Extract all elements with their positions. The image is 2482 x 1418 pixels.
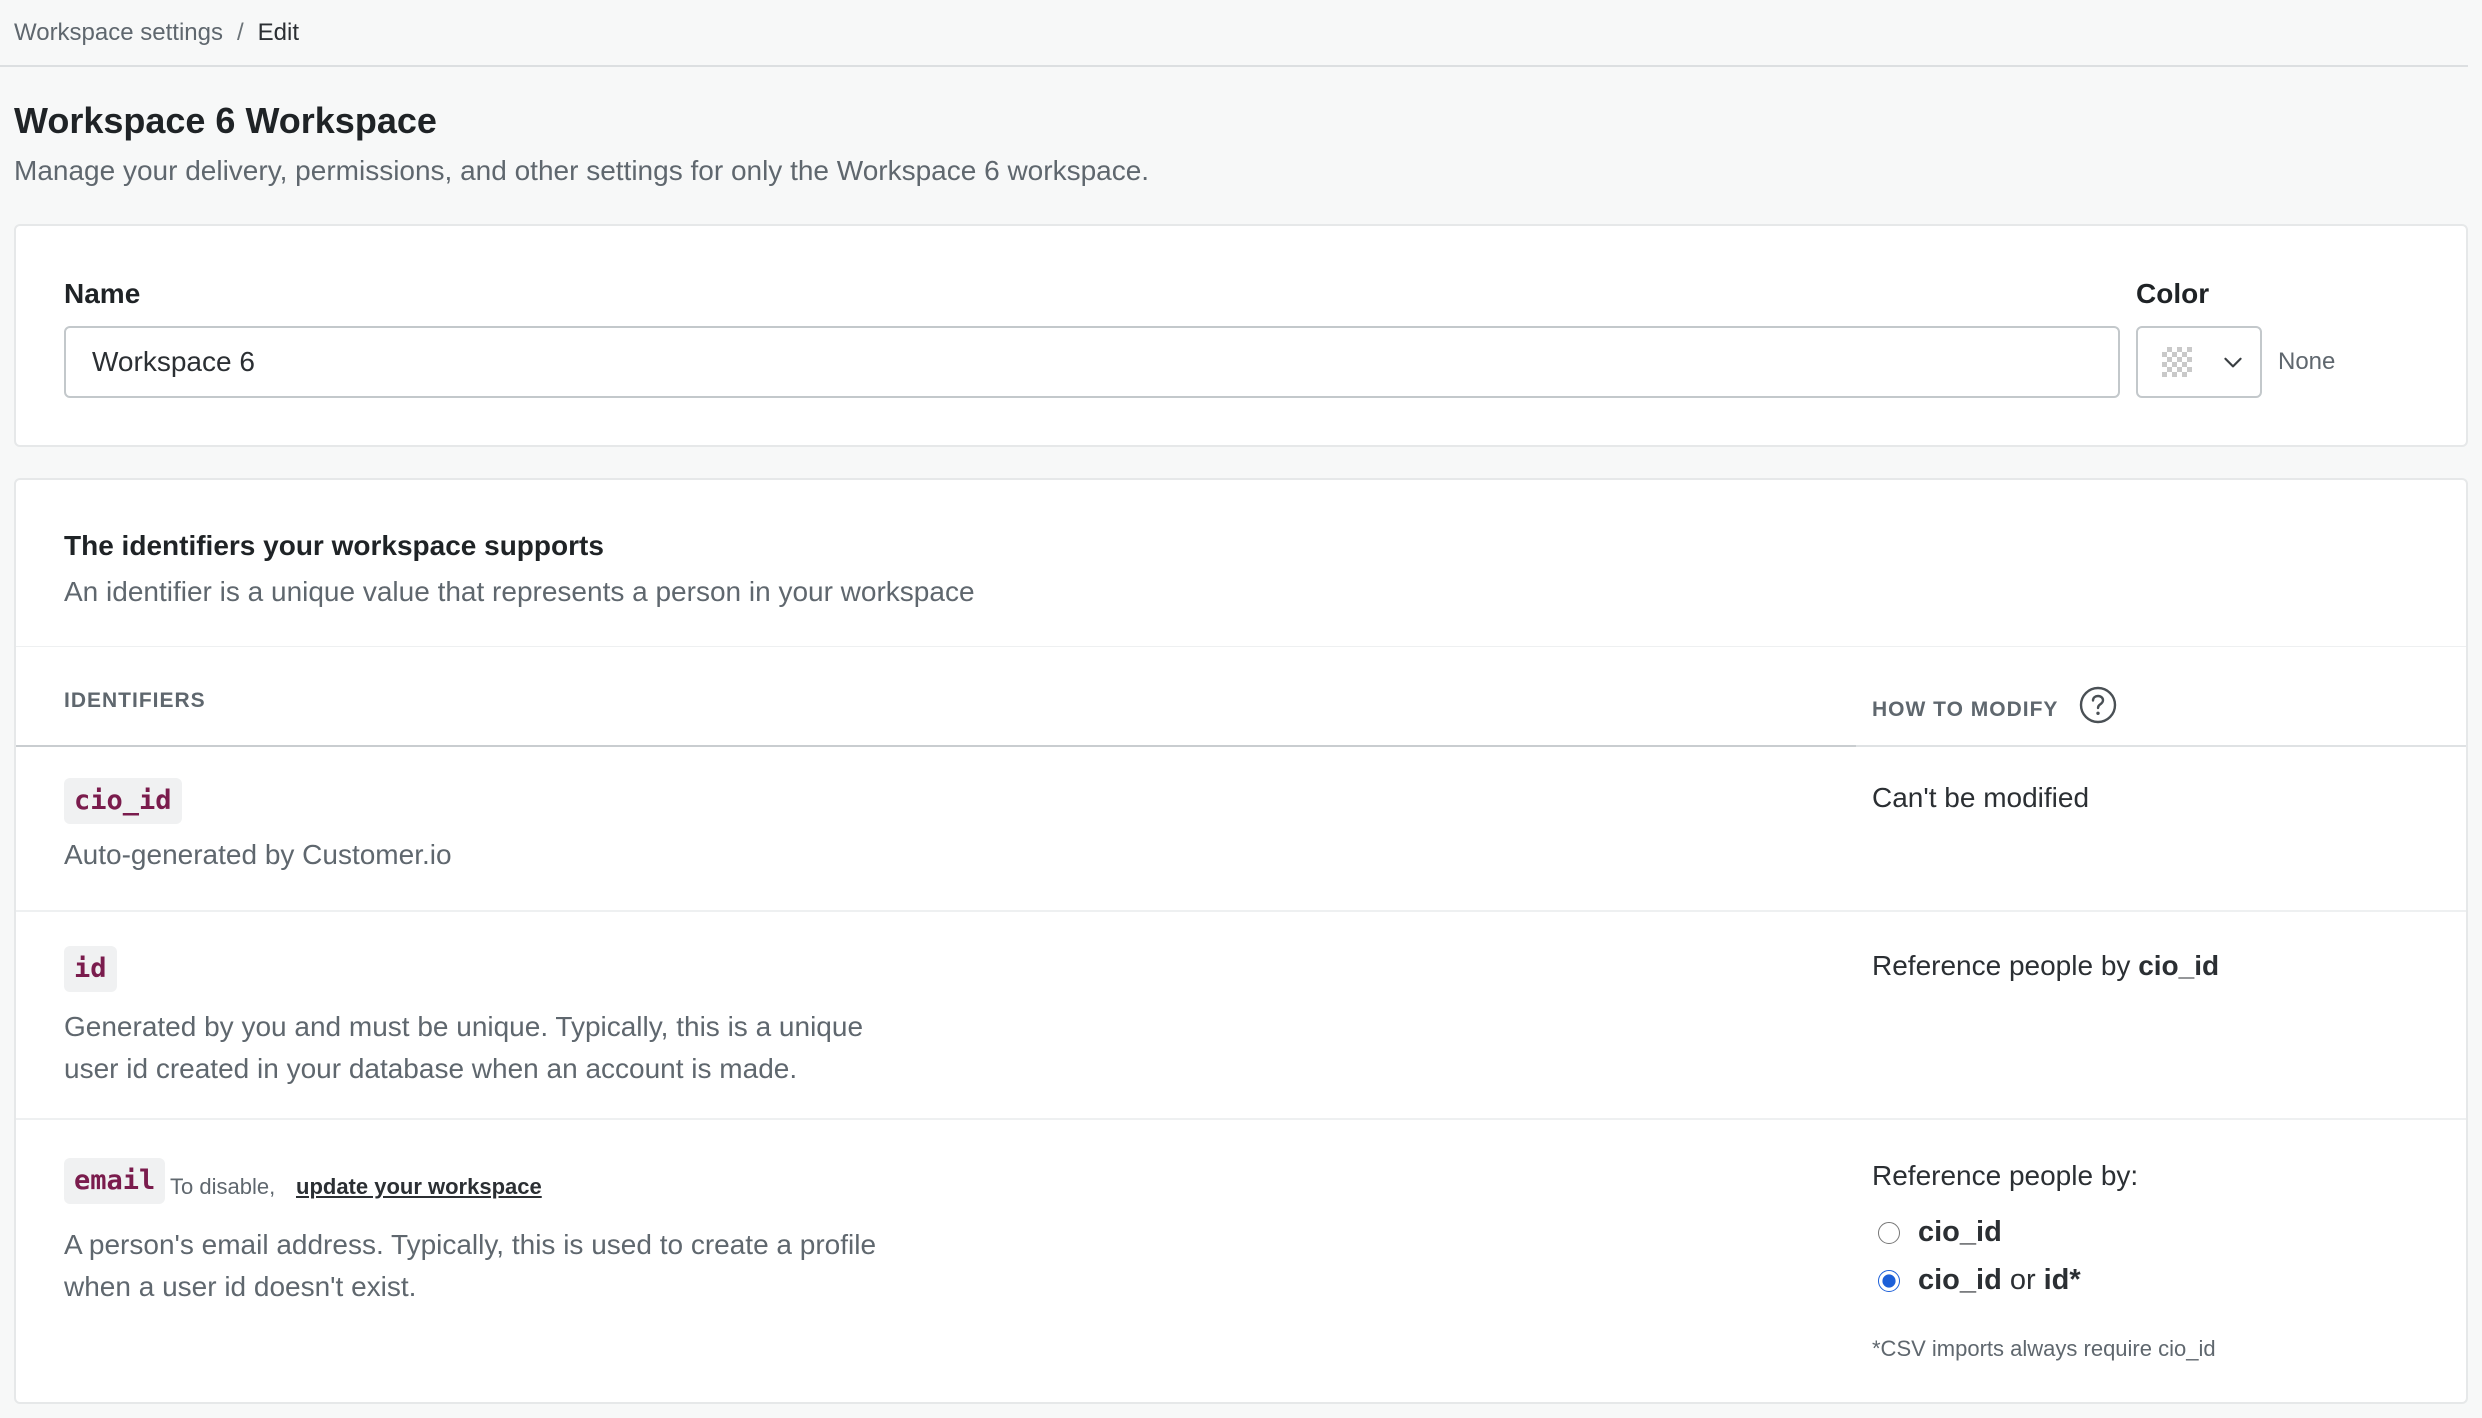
identifier-description: Generated by you and must be unique. Typ… bbox=[64, 1006, 964, 1090]
name-label: Name bbox=[64, 278, 141, 309]
radio-label-b: id* bbox=[2043, 1264, 2081, 1296]
column-header-identifiers: IDENTIFIERS bbox=[64, 689, 206, 712]
radio-option-cio-id[interactable]: cio_id bbox=[1872, 1216, 2002, 1249]
table-row-email: email To disable, update your workspace … bbox=[16, 1120, 2466, 1404]
identifier-description: A person's email address. Typically, thi… bbox=[64, 1224, 964, 1308]
workspace-name-input[interactable] bbox=[64, 326, 2120, 398]
radio-option-cio-id-or-id[interactable]: cio_id or id* bbox=[1872, 1264, 2081, 1297]
color-picker-dropdown[interactable] bbox=[2136, 326, 2262, 398]
color-value: None bbox=[2278, 348, 2336, 375]
identifier-code: id bbox=[64, 946, 117, 992]
color-label: Color bbox=[2136, 278, 2210, 309]
description-line: A person's email address. Typically, thi… bbox=[64, 1229, 877, 1260]
column-header-how-to-modify: HOW TO MODIFY bbox=[1872, 686, 2118, 731]
identifier-code: email bbox=[64, 1158, 166, 1204]
help-circle-icon[interactable] bbox=[2078, 685, 2118, 731]
radio-label: cio_id bbox=[1918, 1216, 2002, 1248]
page-title: Workspace 6 Workspace bbox=[14, 100, 437, 141]
reference-label: Reference people by: bbox=[1872, 1160, 2139, 1191]
description-line: when a user id doesn't exist. bbox=[64, 1271, 417, 1302]
chevron-down-icon bbox=[2220, 349, 2246, 375]
column-header-how-to-modify-label: HOW TO MODIFY bbox=[1872, 698, 2059, 721]
breadcrumb-separator: / bbox=[236, 18, 244, 46]
table-row-cio-id: cio_id Auto-generated by Customer.io Can… bbox=[16, 746, 2466, 912]
page-subtitle: Manage your delivery, permissions, and o… bbox=[14, 155, 1150, 186]
description-line: user id created in your database when an… bbox=[64, 1053, 798, 1084]
radio-cio-id[interactable] bbox=[1878, 1221, 1900, 1244]
workspace-name-card: Name Color None bbox=[14, 224, 2468, 447]
identifier-description: Auto-generated by Customer.io bbox=[64, 839, 452, 870]
breadcrumb: Workspace settings / Edit bbox=[0, 0, 2468, 67]
identifiers-title: The identifiers your workspace supports bbox=[64, 530, 604, 561]
modify-text: Can't be modified bbox=[1872, 782, 2090, 813]
transparent-swatch-icon bbox=[2162, 347, 2192, 377]
radio-label-a: cio_id bbox=[1918, 1264, 2002, 1296]
identifiers-subtitle: An identifier is a unique value that rep… bbox=[64, 576, 975, 607]
radio-cio-id-or-id[interactable] bbox=[1878, 1269, 1900, 1292]
disable-note: To disable, bbox=[170, 1174, 276, 1199]
modify-identifier: cio_id bbox=[2138, 950, 2220, 981]
modify-prefix: Reference people by bbox=[1872, 950, 2131, 981]
breadcrumb-current: Edit bbox=[257, 18, 300, 46]
csv-note: *CSV imports always require cio_id bbox=[1872, 1336, 2216, 1361]
description-line: Generated by you and must be unique. Typ… bbox=[64, 1011, 864, 1042]
breadcrumb-parent-link[interactable]: Workspace settings bbox=[14, 19, 223, 47]
update-workspace-link[interactable]: update your workspace bbox=[296, 1174, 542, 1200]
table-row-id: id Generated by you and must be unique. … bbox=[16, 912, 2466, 1120]
radio-label-or: or bbox=[2009, 1264, 2036, 1296]
identifiers-table-header: IDENTIFIERS HOW TO MODIFY bbox=[16, 646, 2466, 747]
identifier-code: cio_id bbox=[64, 778, 182, 824]
modify-text: Reference people by cio_id bbox=[1872, 950, 2219, 982]
identifiers-card: The identifiers your workspace supports … bbox=[14, 478, 2468, 1404]
